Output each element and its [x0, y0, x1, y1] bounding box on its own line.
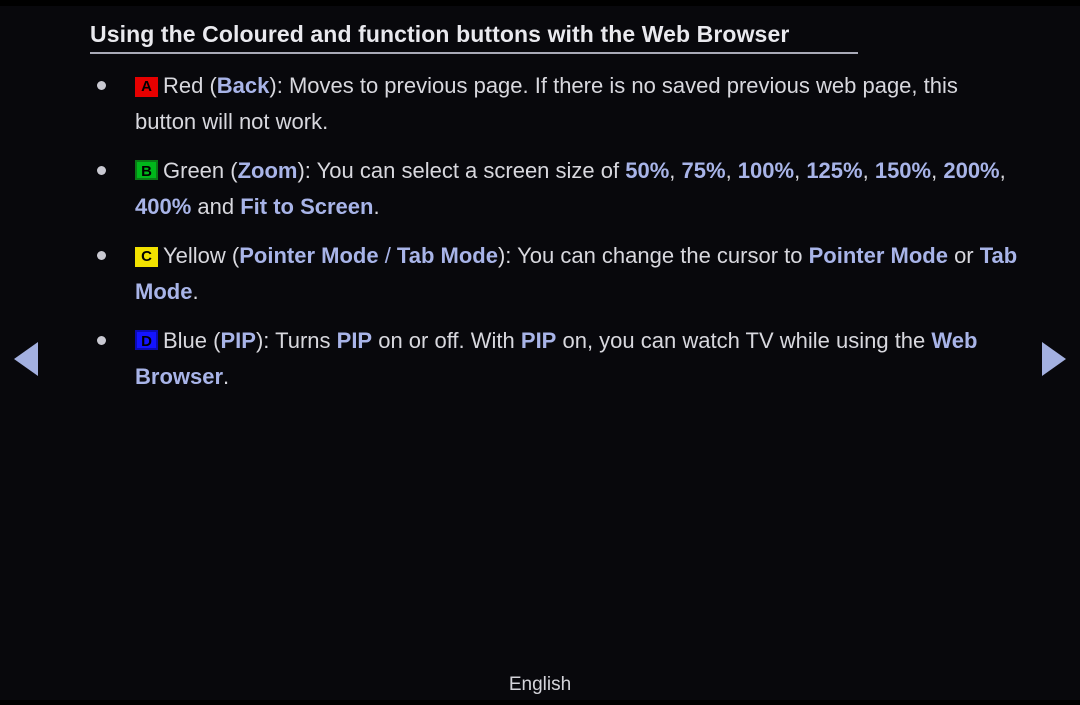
language-label: English — [508, 674, 572, 695]
bullet-text: on or off. With — [372, 328, 521, 353]
page-title-container: Using the Coloured and function buttons … — [90, 20, 860, 54]
bullet-dot-icon — [97, 166, 106, 175]
bullet-highlight-text: Pointer Mode — [239, 243, 379, 268]
colour-key-blue-icon: D — [135, 330, 158, 350]
bullet-text: Yellow ( — [163, 243, 240, 268]
help-screen: Using the Coloured and function buttons … — [0, 0, 1080, 705]
previous-page-arrow-icon[interactable] — [14, 342, 38, 376]
bullet-list: A Red (Back): Moves to previous page. If … — [90, 68, 1020, 408]
bullet-text: and — [191, 194, 241, 219]
bullet-highlight-text: PIP — [336, 328, 373, 353]
colour-key-red-icon: A — [135, 77, 158, 97]
bullet-item: B Green (Zoom): You can select a screen s… — [90, 153, 1020, 225]
bullet-text: ): You can select a screen size of — [297, 158, 626, 183]
bullet-text: . — [373, 194, 380, 219]
bullet-text: Blue ( — [163, 328, 221, 353]
bullet-highlight-text: 50% — [625, 158, 670, 183]
bullet-text: . — [223, 364, 230, 389]
bullet-text: . — [192, 279, 199, 304]
bullet-text: , — [669, 158, 682, 183]
bullet-highlight-text: 125% — [806, 158, 863, 183]
bullet-dot-icon — [97, 81, 106, 90]
bullet-highlight-text: Pointer Mode — [808, 243, 948, 268]
bullet-text: ): You can change the cursor to — [497, 243, 809, 268]
colour-key-yellow-icon: C — [135, 247, 158, 267]
bullet-text: , — [794, 158, 807, 183]
bullet-text: , — [862, 158, 875, 183]
bullet-item: A Red (Back): Moves to previous page. If … — [90, 68, 1020, 140]
bullet-highlight-text: / — [378, 243, 397, 268]
bullet-highlight-text: PIP — [520, 328, 557, 353]
colour-key-green-icon: B — [135, 160, 158, 180]
bullet-text: , — [999, 158, 1006, 183]
bullet-text: ): Turns — [255, 328, 337, 353]
bullet-text: , — [725, 158, 738, 183]
bullet-highlight-text: 200% — [943, 158, 1000, 183]
bullet-highlight-text: 75% — [681, 158, 726, 183]
bullet-highlight-text: 100% — [737, 158, 795, 183]
bullet-text: , — [931, 158, 944, 183]
bullet-dot-icon — [97, 251, 106, 260]
bullet-text: on, you can watch TV while using the — [556, 328, 932, 353]
bullet-text: or — [947, 243, 980, 268]
bullet-highlight-text: 400% — [135, 194, 192, 219]
bullet-item: C Yellow (Pointer Mode / Tab Mode): You c… — [90, 238, 1020, 310]
bullet-item: D Blue (PIP): Turns PIP on or off. With P… — [90, 323, 1020, 395]
next-page-arrow-icon[interactable] — [1042, 342, 1066, 376]
bullet-text: Red ( — [163, 73, 217, 98]
page-title: Using the Coloured and function buttons … — [90, 21, 790, 47]
bullet-highlight-text: PIP — [220, 328, 256, 353]
title-divider — [90, 52, 858, 54]
bullet-highlight-text: Fit to Screen — [240, 194, 374, 219]
bullet-highlight-text: Zoom — [237, 158, 298, 183]
bullet-highlight-text: Back — [216, 73, 270, 98]
bullet-highlight-text: 150% — [874, 158, 932, 183]
bullet-highlight-text: Tab Mode — [396, 243, 498, 268]
bullet-text: Green ( — [163, 158, 238, 183]
bullet-dot-icon — [97, 336, 106, 345]
